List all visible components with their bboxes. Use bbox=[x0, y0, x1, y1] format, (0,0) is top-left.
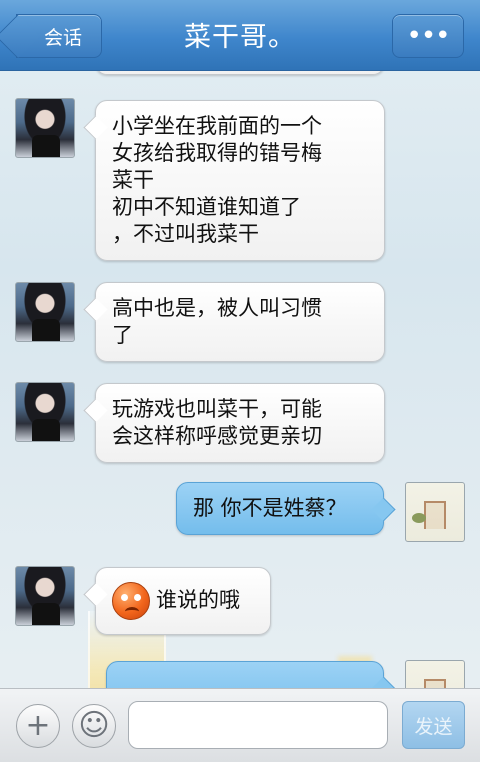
message-input[interactable] bbox=[128, 701, 388, 749]
message-bubble: 谁说的哦 bbox=[95, 567, 271, 635]
my-avatar[interactable] bbox=[405, 660, 465, 688]
more-attachments-button[interactable]: + bbox=[16, 704, 60, 748]
message-text: ，不过叫我菜干 bbox=[112, 222, 259, 246]
message-content: 谁说的哦 bbox=[112, 582, 252, 620]
my-avatar[interactable] bbox=[405, 482, 465, 542]
send-button-label: 发送 bbox=[414, 715, 453, 738]
angry-face-emoji bbox=[112, 582, 150, 620]
smiley-icon: ☺ bbox=[78, 708, 110, 743]
friend-avatar[interactable] bbox=[15, 98, 75, 158]
input-bar: + ☺ 发送 bbox=[0, 688, 480, 762]
chat-header: 会话 菜干哥。 ••• bbox=[0, 0, 480, 71]
message-text: 小学坐在我前面的一个 bbox=[112, 114, 322, 138]
message-text: 初中不知道谁知道了 bbox=[112, 195, 301, 219]
plus-icon: + bbox=[25, 708, 51, 743]
message-bubble: 小学坐在我前面的一个 女孩给我取得的错号梅 菜干 初中不知道谁知道了 ，不过叫我… bbox=[95, 100, 385, 261]
friend-avatar[interactable] bbox=[15, 282, 75, 342]
message-text: 玩游戏也叫菜干，可能 bbox=[112, 397, 322, 421]
back-button-label: 会话 bbox=[43, 26, 82, 49]
message-list[interactable]: 小学坐在我前面的一个 女孩给我取得的错号梅 菜干 初中不知道谁知道了 ，不过叫我… bbox=[0, 71, 480, 688]
emoji-button[interactable]: ☺ bbox=[72, 704, 116, 748]
message-text: 菜干 bbox=[112, 168, 154, 192]
message-bubble-partial bbox=[95, 71, 385, 75]
send-button[interactable]: 发送 bbox=[402, 701, 465, 749]
my-message-bubble: 那 你不是姓蔡？ bbox=[176, 482, 384, 535]
friend-avatar[interactable] bbox=[15, 566, 75, 626]
message-text: 高中也是，被人叫习惯 bbox=[112, 296, 322, 320]
more-options-button[interactable]: ••• bbox=[392, 14, 464, 58]
message-bubble: 高中也是，被人叫习惯 了 bbox=[95, 282, 385, 362]
message-text: 了 bbox=[112, 323, 133, 347]
message-text: 那 你不是姓蔡？ bbox=[193, 496, 347, 520]
message-text: 谁说的哦 bbox=[156, 588, 240, 612]
my-message-bubble-partial bbox=[106, 661, 384, 688]
ellipsis-icon: ••• bbox=[406, 21, 450, 51]
message-text: 女孩给我取得的错号梅 bbox=[112, 141, 322, 165]
message-bubble: 玩游戏也叫菜干，可能 会这样称呼感觉更亲切 bbox=[95, 383, 385, 463]
message-text: 会这样称呼感觉更亲切 bbox=[112, 424, 322, 448]
friend-avatar[interactable] bbox=[15, 382, 75, 442]
